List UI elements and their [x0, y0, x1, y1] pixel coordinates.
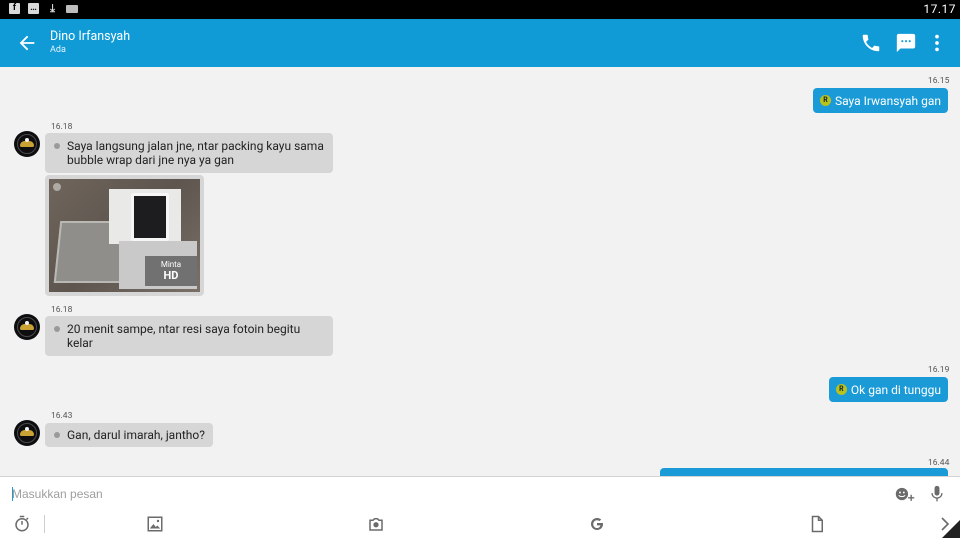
- photo-thumbnail[interactable]: Minta HD: [49, 179, 200, 292]
- phone-icon[interactable]: [860, 32, 882, 54]
- facebook-icon: f: [9, 3, 20, 14]
- app-bar: Dino Irfansyah Ada: [0, 19, 960, 67]
- back-icon[interactable]: [16, 32, 38, 54]
- message-bubble-outgoing[interactable]: [660, 468, 948, 476]
- read-receipt-badge: R: [819, 95, 831, 106]
- status-dot: [54, 143, 60, 149]
- contact-status: Ada: [50, 45, 66, 55]
- file-icon[interactable]: [808, 515, 826, 533]
- message-time: 16.15: [928, 76, 950, 86]
- corner-indicator: [942, 520, 960, 538]
- message-bubble-incoming[interactable]: Gan, darul imarah, jantho?: [45, 423, 213, 447]
- hd-label: HD: [163, 269, 179, 282]
- message-text: Saya Irwansyah gan: [834, 94, 941, 108]
- status-bar: f … ⤓ 17.17: [0, 0, 960, 19]
- microphone-icon[interactable]: [930, 485, 944, 503]
- avatar[interactable]: [14, 420, 40, 446]
- chat-thread[interactable]: 16.15 R Saya Irwansyah gan 16.18 Saya la…: [0, 67, 960, 476]
- request-hd-button[interactable]: Minta HD: [145, 256, 197, 286]
- timer-icon[interactable]: [13, 515, 31, 533]
- contact-name[interactable]: Dino Irfansyah: [50, 29, 130, 44]
- message-text: Ok gan di tunggu: [850, 383, 941, 397]
- message-text: Gan, darul imarah, jantho?: [67, 428, 205, 442]
- status-dot: [54, 326, 60, 332]
- message-text: Saya langsung jalan jne, ntar packing ka…: [67, 139, 324, 167]
- photo-message[interactable]: Minta HD: [45, 175, 204, 296]
- sms-icon[interactable]: [895, 32, 917, 54]
- status-icons: f … ⤓: [9, 3, 78, 14]
- avatar[interactable]: [14, 314, 40, 340]
- status-time: 17.17: [923, 2, 956, 16]
- status-dot: [54, 432, 60, 438]
- message-text: 20 menit sampe, ntar resi saya fotoin be…: [67, 322, 301, 350]
- message-time: 16.43: [51, 411, 73, 421]
- message-bubble-outgoing[interactable]: R Saya Irwansyah gan: [812, 88, 948, 113]
- avatar[interactable]: [14, 131, 40, 157]
- message-bubble-outgoing[interactable]: R Ok gan di tunggu: [828, 377, 948, 402]
- gallery-icon[interactable]: [146, 515, 164, 533]
- camera-icon[interactable]: [367, 515, 385, 533]
- chat-notification-icon: …: [28, 3, 39, 14]
- more-vert-icon[interactable]: [926, 32, 948, 54]
- message-time: 16.18: [51, 305, 73, 315]
- message-bubble-incoming[interactable]: Saya langsung jalan jne, ntar packing ka…: [45, 133, 333, 173]
- message-bubble-incoming[interactable]: 20 menit sampe, ntar resi saya fotoin be…: [45, 316, 333, 356]
- google-icon[interactable]: [588, 515, 606, 533]
- message-time: 16.19: [928, 365, 950, 375]
- message-time: 16.18: [51, 122, 73, 132]
- hd-request-label: Minta: [160, 260, 182, 269]
- download-icon: ⤓: [50, 2, 55, 15]
- read-receipt-badge: R: [835, 384, 847, 395]
- keyboard-icon: [66, 5, 78, 13]
- select-dot: [53, 183, 61, 191]
- message-time: 16.44: [928, 458, 950, 468]
- emoji-icon[interactable]: [895, 486, 915, 502]
- message-input[interactable]: [12, 485, 872, 503]
